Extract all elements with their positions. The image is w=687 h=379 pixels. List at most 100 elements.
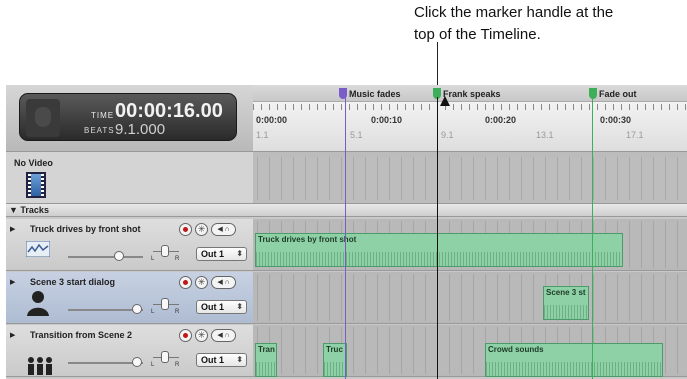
ruler-time-label: 0:00:30 (600, 115, 632, 125)
solo-button[interactable]: ✳ (195, 329, 208, 342)
track-lane-3[interactable]: Tran Truc Crowd sounds (253, 325, 687, 377)
pan-right-label: R (175, 309, 180, 315)
volume-slider-knob[interactable] (132, 357, 142, 367)
lcd-beats-label: BEATS (84, 126, 115, 135)
film-icon (26, 172, 46, 198)
waveform (256, 252, 622, 266)
track-name[interactable]: Transition from Scene 2 (30, 330, 132, 340)
lcd-beats-value: 9.1.000 (115, 121, 166, 138)
region-name: Truck drives by front shot (258, 235, 357, 244)
mute-headphone-button[interactable]: ◀ ∩ (211, 329, 236, 342)
transport-panel: TIME 00:00:16.00 BEATS 9.1.000 (6, 85, 253, 151)
audio-region[interactable]: Tran (255, 343, 277, 377)
mouse-pointer-icon (440, 96, 450, 106)
marker-label: Music fades (349, 89, 401, 99)
ruler-time-label: 0:00:20 (485, 115, 517, 125)
record-enable-button[interactable] (179, 223, 192, 236)
lcd-time-label: TIME (91, 111, 115, 120)
pan-left-label: L (151, 309, 155, 315)
volume-slider-track (68, 256, 143, 258)
marker-handle-icon[interactable] (589, 88, 597, 99)
track-lane-2[interactable]: Scene 3 st (253, 272, 687, 324)
callout-line-2: top of the Timeline. (414, 26, 541, 43)
crowd-icon (28, 357, 52, 375)
volume-slider-knob[interactable] (132, 304, 142, 314)
video-track-header[interactable]: No Video (6, 151, 253, 203)
waveform-icon (26, 241, 50, 257)
volume-slider-knob[interactable] (114, 251, 124, 261)
audio-region[interactable]: Scene 3 st (543, 286, 589, 320)
ruler-time-label: 0:00:00 (256, 115, 288, 125)
select-arrows-icon: ⬍ (236, 302, 243, 311)
pan-control[interactable]: L R (151, 349, 181, 371)
output-value: Out 1 (201, 355, 225, 365)
record-enable-button[interactable] (179, 276, 192, 289)
pan-right-label: R (175, 362, 180, 368)
output-select[interactable]: Out 1 ⬍ (196, 247, 247, 261)
track-header-2[interactable]: ▶ Scene 3 start dialog ✳ ◀ ∩ L R Out 1 ⬍ (6, 272, 253, 324)
pan-knob[interactable] (161, 245, 169, 257)
apple-logo-icon (26, 99, 60, 137)
mute-headphone-button[interactable]: ◀ ∩ (211, 223, 236, 236)
output-value: Out 1 (201, 302, 225, 312)
waveform (486, 362, 662, 376)
track-buttons: ✳ ◀ ∩ (179, 276, 236, 294)
region-name: Truc (326, 345, 343, 354)
select-arrows-icon: ⬍ (236, 355, 243, 364)
ruler-beat-label: 5.1 (350, 130, 363, 140)
ruler-beat-label: 17.1 (626, 130, 644, 140)
lane-grid (257, 274, 687, 321)
pan-knob[interactable] (161, 298, 169, 310)
audio-region[interactable]: Crowd sounds (485, 343, 663, 377)
region-name: Scene 3 st (546, 288, 586, 297)
ruler-beat-label: 1.1 (256, 130, 269, 140)
output-select[interactable]: Out 1 ⬍ (196, 353, 247, 367)
timeline-header: Music fades Frank speaks Fade out 0:00:0… (253, 85, 687, 151)
time-ruler[interactable]: 0:00:00 0:00:10 0:00:20 0:00:30 1.1 5.1 … (253, 102, 687, 151)
ruler-ticks (253, 104, 687, 110)
marker-label: Fade out (599, 89, 637, 99)
audio-region[interactable]: Truck drives by front shot (255, 233, 623, 267)
marker-fade-out[interactable]: Fade out (589, 88, 637, 99)
record-enable-button[interactable] (179, 329, 192, 342)
track-name[interactable]: Truck drives by front shot (30, 224, 141, 234)
disclosure-triangle-icon[interactable]: ▶ (10, 225, 15, 233)
video-track-label: No Video (14, 158, 53, 168)
marker-track[interactable]: Music fades Frank speaks Fade out (253, 85, 687, 102)
callout-text: Click the marker handle at the top of th… (414, 2, 686, 46)
pan-left-label: L (151, 362, 155, 368)
track-name[interactable]: Scene 3 start dialog (30, 277, 115, 287)
marker-label: Frank speaks (443, 89, 501, 99)
track-header-3[interactable]: ▶ Transition from Scene 2 ✳ ◀ ∩ L R Out 1… (6, 325, 253, 377)
pan-right-label: R (175, 256, 180, 262)
playhead-line[interactable] (437, 97, 438, 379)
select-arrows-icon: ⬍ (236, 249, 243, 258)
track-header-1[interactable]: ▶ Truck drives by front shot ✳ ◀ ∩ L R Ou… (6, 219, 253, 271)
disclosure-triangle-icon[interactable]: ▶ (10, 331, 15, 339)
tracks-disclosure[interactable]: ▼ Tracks (6, 203, 687, 217)
lcd-time-value: 00:00:16.00 (115, 100, 223, 122)
solo-button[interactable]: ✳ (195, 276, 208, 289)
track-buttons: ✳ ◀ ∩ (179, 223, 236, 241)
solo-button[interactable]: ✳ (195, 223, 208, 236)
waveform (544, 305, 588, 319)
pan-control[interactable]: L R (151, 296, 181, 318)
disclosure-triangle-icon[interactable]: ▶ (10, 278, 15, 286)
marker-line-music-fades (345, 97, 346, 379)
audio-region[interactable]: Truc (323, 343, 347, 377)
output-value: Out 1 (201, 249, 225, 259)
marker-music-fades[interactable]: Music fades (339, 88, 401, 99)
pan-knob[interactable] (161, 351, 169, 363)
ruler-time-label: 0:00:10 (371, 115, 403, 125)
pan-left-label: L (151, 256, 155, 262)
person-icon (27, 291, 49, 316)
output-select[interactable]: Out 1 ⬍ (196, 300, 247, 314)
mute-headphone-button[interactable]: ◀ ∩ (211, 276, 236, 289)
waveform (324, 362, 346, 376)
video-frames (257, 157, 687, 200)
video-track-lane[interactable] (253, 151, 687, 203)
pan-control[interactable]: L R (151, 243, 181, 265)
track-lane-1[interactable]: Truck drives by front shot (253, 219, 687, 271)
timeline-window: TIME 00:00:16.00 BEATS 9.1.000 Music fad… (6, 85, 687, 379)
tracks-header-text: Tracks (20, 205, 49, 215)
